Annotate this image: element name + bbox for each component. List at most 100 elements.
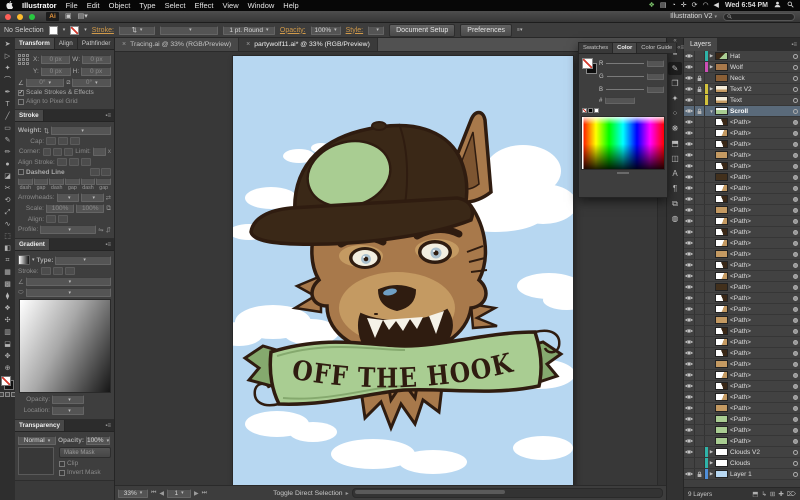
target-icon[interactable] bbox=[791, 97, 800, 103]
target-icon[interactable] bbox=[791, 416, 800, 422]
none-swatch[interactable] bbox=[582, 108, 587, 113]
expand-arrow[interactable]: ▶ bbox=[708, 86, 715, 92]
color-spectrum[interactable] bbox=[581, 116, 665, 170]
align-inside-button[interactable] bbox=[68, 158, 79, 166]
target-icon[interactable] bbox=[791, 328, 800, 334]
lock-toggle[interactable] bbox=[695, 216, 705, 226]
blob-brush-tool[interactable]: ● bbox=[0, 158, 15, 170]
tab-swatches[interactable]: Swatches bbox=[579, 43, 614, 53]
arrange-documents-icon[interactable]: ▤▾ bbox=[78, 13, 88, 20]
bevel-join-button[interactable] bbox=[64, 147, 74, 156]
invert-mask-checkbox[interactable] bbox=[59, 469, 65, 476]
type-tool[interactable]: T bbox=[0, 98, 15, 110]
layer-name[interactable]: <Path> bbox=[730, 207, 791, 214]
make-mask-button[interactable]: Make Mask bbox=[59, 447, 111, 458]
scale-tool[interactable]: ⤢ bbox=[0, 206, 15, 218]
dash-field[interactable] bbox=[80, 178, 96, 185]
target-icon[interactable] bbox=[791, 317, 800, 323]
visibility-toggle[interactable] bbox=[684, 436, 695, 446]
preserve-dash-button[interactable] bbox=[90, 168, 100, 176]
dash-field[interactable] bbox=[96, 178, 112, 185]
arrowhead-end-dropdown[interactable] bbox=[81, 193, 104, 202]
artboard-number-field[interactable]: 1 bbox=[167, 488, 192, 498]
lock-toggle[interactable] bbox=[695, 249, 705, 259]
path-row[interactable]: <Path> bbox=[684, 128, 800, 139]
target-icon[interactable] bbox=[791, 284, 800, 290]
layer-name[interactable]: Clouds V2 bbox=[730, 449, 791, 456]
panel-menu-icon[interactable]: ▪≡ bbox=[105, 420, 114, 431]
layer-name[interactable]: <Path> bbox=[730, 361, 791, 368]
layer-name[interactable]: <Path> bbox=[730, 185, 791, 192]
zoom-window-button[interactable] bbox=[29, 13, 35, 20]
visibility-toggle[interactable] bbox=[684, 315, 695, 325]
blend-mode-dropdown[interactable]: Normal bbox=[18, 436, 56, 445]
direct-selection-tool[interactable]: ▷ bbox=[0, 50, 15, 62]
lock-toggle[interactable] bbox=[695, 172, 705, 182]
wifi-icon[interactable]: ◠ bbox=[702, 2, 708, 9]
lock-toggle[interactable] bbox=[695, 425, 705, 435]
lock-toggle[interactable] bbox=[695, 403, 705, 413]
visibility-toggle[interactable] bbox=[684, 150, 695, 160]
visibility-toggle[interactable] bbox=[684, 205, 695, 215]
visibility-toggle[interactable] bbox=[684, 73, 695, 83]
x-field[interactable]: 0 px bbox=[41, 55, 71, 64]
display-icon[interactable]: ▤ bbox=[660, 2, 667, 9]
opacity-link[interactable]: Opacity: bbox=[280, 27, 306, 34]
flip-along-icon[interactable]: ⇋ bbox=[98, 226, 103, 234]
path-row[interactable]: <Path> bbox=[684, 425, 800, 436]
lock-toggle[interactable] bbox=[695, 315, 705, 325]
layer-name[interactable]: <Path> bbox=[730, 416, 791, 423]
width-tool[interactable]: ∿ bbox=[0, 218, 15, 230]
expand-arrow[interactable]: ▶ bbox=[708, 471, 715, 477]
lock-toggle[interactable] bbox=[695, 194, 705, 204]
status-menu-icon[interactable]: ▸ bbox=[346, 490, 349, 497]
target-icon[interactable] bbox=[791, 108, 800, 114]
visibility-toggle[interactable] bbox=[684, 414, 695, 424]
layer-name[interactable]: <Path> bbox=[730, 196, 791, 203]
target-icon[interactable] bbox=[791, 394, 800, 400]
lock-toggle[interactable] bbox=[695, 293, 705, 303]
opacity-field[interactable]: 100% bbox=[310, 25, 341, 35]
pencil-tool[interactable]: ✏ bbox=[0, 146, 15, 158]
weight-field[interactable] bbox=[51, 126, 111, 135]
visibility-toggle[interactable] bbox=[684, 359, 695, 369]
y-field[interactable]: 0 px bbox=[40, 67, 71, 76]
layer-name[interactable]: <Path> bbox=[730, 163, 791, 170]
tab-stroke[interactable]: Stroke bbox=[15, 110, 44, 121]
target-icon[interactable] bbox=[791, 295, 800, 301]
color-mode-button[interactable] bbox=[0, 392, 4, 397]
pattern-panel-icon[interactable]: ⁘ bbox=[668, 107, 682, 120]
visibility-toggle[interactable] bbox=[684, 271, 695, 281]
panel-menu-icon[interactable]: ▪≡ bbox=[105, 239, 114, 250]
new-layer-icon[interactable]: ⊞ bbox=[770, 490, 775, 498]
style-link[interactable]: Style: bbox=[346, 27, 364, 34]
layer-name[interactable]: <Path> bbox=[730, 394, 791, 401]
target-icon[interactable] bbox=[791, 350, 800, 356]
channel-value-field[interactable] bbox=[647, 73, 664, 80]
graphic-styles-panel-icon[interactable]: ✦ bbox=[668, 92, 682, 105]
brushes-panel-icon[interactable]: ✎ bbox=[668, 62, 682, 75]
menu-view[interactable]: View bbox=[222, 1, 238, 10]
visibility-toggle[interactable] bbox=[684, 447, 695, 457]
align-center-button[interactable] bbox=[56, 158, 67, 166]
dash-field[interactable] bbox=[65, 178, 80, 185]
tab-transform[interactable]: Transform bbox=[15, 38, 55, 49]
reference-point-locator[interactable] bbox=[18, 54, 29, 65]
lock-toggle[interactable] bbox=[695, 205, 705, 215]
layer-name[interactable]: Clouds bbox=[730, 460, 791, 467]
limit-field[interactable] bbox=[92, 147, 106, 156]
lock-toggle[interactable] bbox=[695, 238, 705, 248]
pathfinder-panel-icon[interactable]: ⬒ bbox=[668, 137, 682, 150]
plugin-icon[interactable]: ❖ bbox=[649, 2, 655, 9]
target-icon[interactable] bbox=[791, 75, 800, 81]
navigator-panel-icon[interactable]: ◍ bbox=[668, 212, 682, 225]
miter-join-button[interactable] bbox=[42, 147, 52, 156]
shear-field[interactable]: 0° bbox=[72, 78, 111, 87]
target-icon[interactable] bbox=[791, 273, 800, 279]
path-row[interactable]: <Path> bbox=[684, 216, 800, 227]
layer-row-text-v2[interactable]: ▶ Text V2 bbox=[684, 84, 800, 95]
target-icon[interactable] bbox=[791, 64, 800, 70]
free-transform-tool[interactable]: ⬚ bbox=[0, 230, 15, 242]
fill-chevron-icon[interactable]: ▾ bbox=[63, 27, 66, 33]
channel-value-field[interactable] bbox=[647, 86, 664, 93]
